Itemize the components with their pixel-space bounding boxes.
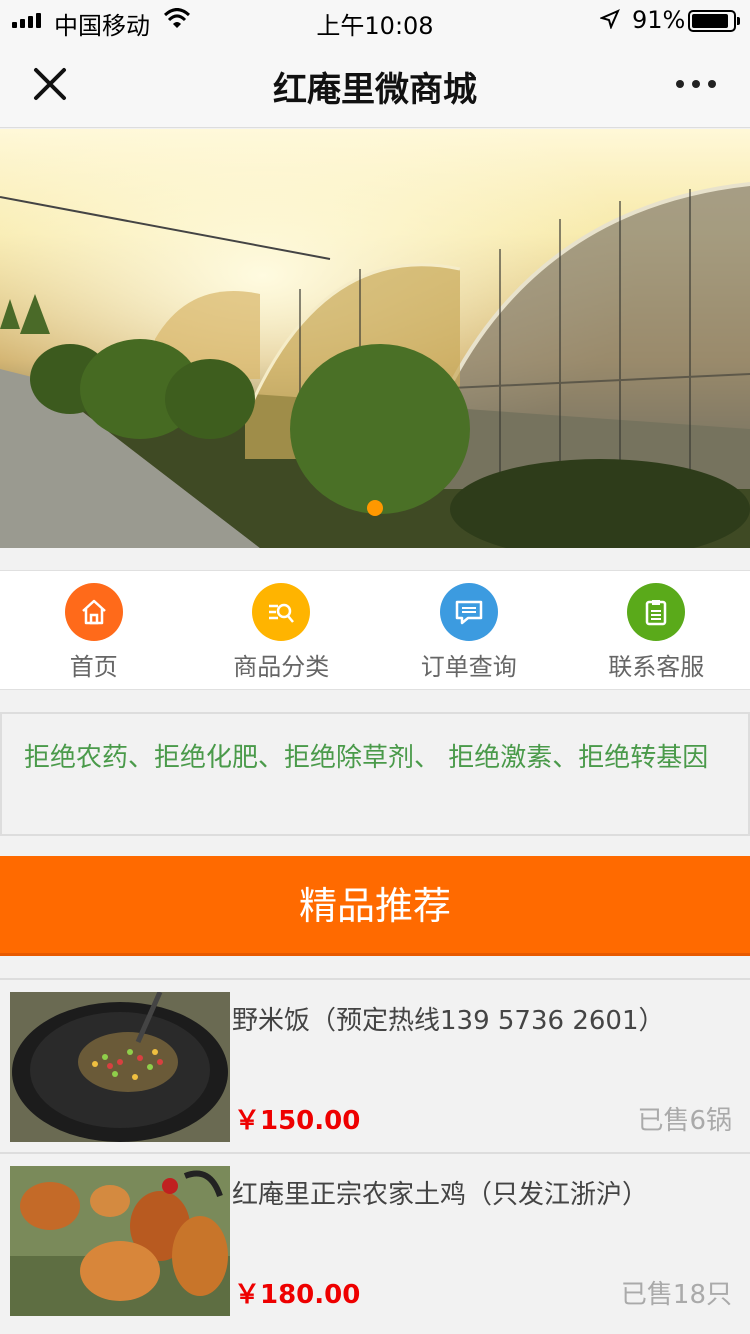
product-price: ￥150.00 [234,1106,361,1136]
nav-item-label: 首页 [69,653,118,681]
product-image-chicken[interactable] [10,1166,230,1316]
product-list: 野米饭（预定热线139 5736 2601） ￥150.00 已售6锅 红庵里正… [0,978,750,1326]
product-sold-count: 已售18只 [620,1280,732,1310]
product-name[interactable]: 野米饭（预定热线139 5736 2601） [232,1000,665,1037]
nav-item-label: 商品分类 [233,653,330,681]
battery-percent: 91% [632,6,686,34]
carousel-indicator-dot[interactable] [367,500,383,516]
nav-item-label: 订单查询 [420,653,517,681]
greenhouse-photo [0,129,750,548]
home-icon [64,583,123,641]
nav-bar: 红庵里微商城 [0,40,750,128]
order-message-icon [439,583,498,641]
nav-item-category[interactable]: 商品分类 [188,571,376,689]
nav-item-orders[interactable]: 订单查询 [375,571,563,689]
nav-item-support[interactable]: 联系客服 [563,571,750,689]
battery-icon [688,10,740,32]
slogan-text: 拒绝农药、拒绝化肥、拒绝除草剂、 拒绝激素、拒绝转基因 [0,712,750,836]
clipboard-icon [627,583,686,641]
product-image-wild-rice[interactable] [10,992,230,1142]
product-item[interactable]: 野米饭（预定热线139 5736 2601） ￥150.00 已售6锅 [0,978,750,1152]
product-price: ￥180.00 [234,1280,361,1310]
category-search-icon [252,583,311,641]
location-arrow-icon [600,9,620,29]
quick-nav: 首页 商品分类 订单查询 联系客服 [0,570,750,690]
banner-carousel[interactable] [0,129,750,548]
page-title: 红庵里微商城 [273,70,477,110]
status-bar: 中国移动 上午10:08 91% [0,0,750,40]
product-sold-count: 已售6锅 [637,1106,732,1136]
nav-item-home[interactable]: 首页 [0,571,188,689]
more-dots-icon[interactable] [676,80,716,88]
section-title: 精品推荐 [0,856,750,956]
product-item[interactable]: 红庵里正宗农家土鸡（只发江浙沪） ￥180.00 已售18只 [0,1152,750,1326]
product-name[interactable]: 红庵里正宗农家土鸡（只发江浙沪） [232,1174,648,1211]
nav-item-label: 联系客服 [608,653,705,681]
